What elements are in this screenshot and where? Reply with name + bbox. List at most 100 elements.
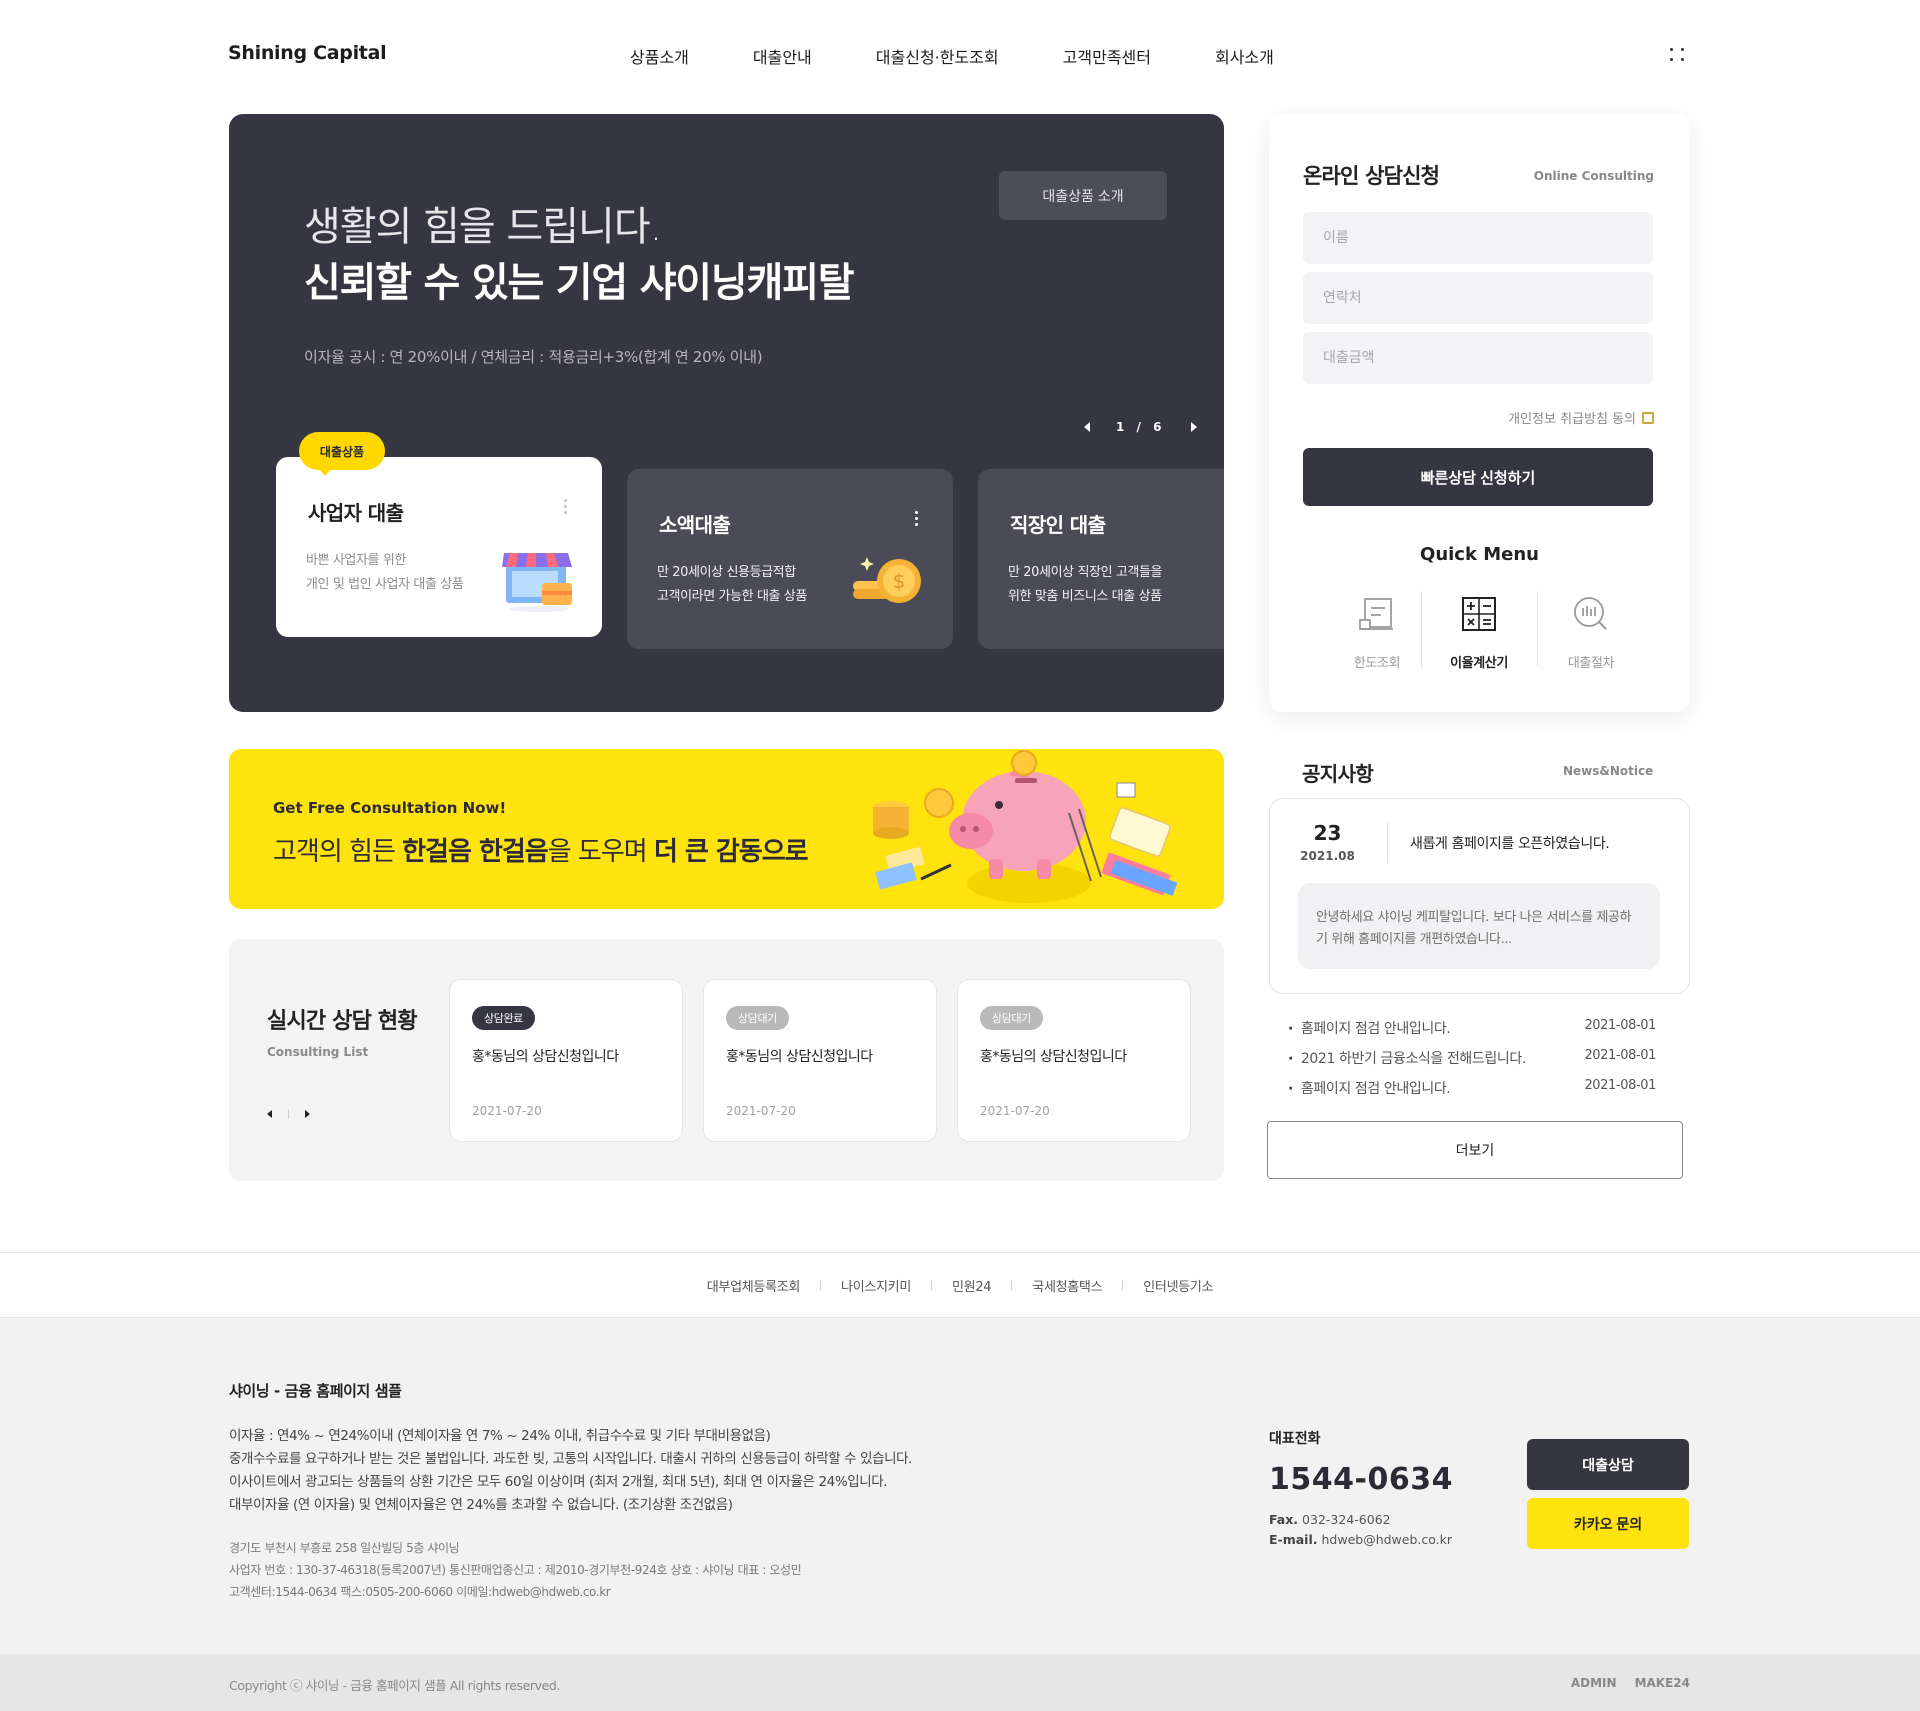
nav-item-apply[interactable]: 대출신청·한도조회 [876,44,999,68]
consult-title: 온라인 상담신청 [1303,164,1440,188]
list-item[interactable]: 2021 하반기 금융소식을 전해드립니다.2021-08-01 [1288,1048,1656,1078]
link-lender-registry[interactable]: 대부업체등록조회 [687,1276,820,1295]
quick-menu-title: Quick Menu [1420,544,1539,565]
phone-label: 대표전화 [1269,1431,1321,1447]
realtime-subtitle: Consulting List [267,1045,369,1059]
realtime-title: 실시간 상담 현황 [267,1009,418,1034]
piggy-bank-illustration [873,750,1178,903]
banner-headline: 고객의 힘든 한걸음 한걸음을 도우며 더 큰 감동으로 [273,837,809,867]
notice-list: 홈페이지 점검 안내입니다.2021-08-01 2021 하반기 금융소식을 … [1288,1018,1656,1108]
banner-subtitle: Get Free Consultation Now! [273,799,507,817]
consult-item-text: 홍*동님의 상담신청입니다 [726,1049,873,1065]
calculator-icon [1462,597,1496,631]
hero-headline-light: 생활의 힘을 드립니다. [304,204,662,250]
store-icon [502,553,572,612]
divider [1537,591,1538,667]
footer-title: 샤이닝 - 금융 홈페이지 샘플 [229,1382,402,1400]
grid-dots-icon[interactable] [1670,48,1688,64]
notice-subtitle: News&Notice [1563,764,1654,778]
nav-item-company[interactable]: 회사소개 [1215,44,1274,68]
divider [288,1109,289,1119]
consult-item-text: 홍*동님의 상담신청입니다 [980,1049,1127,1065]
product-card-small-loan[interactable]: 소액대출 만 20세이상 신용등급적합 고객이라면 가능한 대출 상품 $ [627,469,953,649]
quick-menu-calculator[interactable]: 이율계산기 [1429,594,1529,671]
quick-menu-label: 한도조회 [1353,656,1401,671]
quick-menu-process[interactable]: 대출절차 [1541,594,1641,671]
notice-headline: 새롭게 홈페이지를 오픈하였습니다. [1410,836,1610,852]
nav-item-loan-info[interactable]: 대출안내 [753,44,812,68]
consult-item-date: 2021-07-20 [472,1104,542,1118]
consult-item[interactable]: 상담완료 홍*동님의 상담신청입니다 2021-07-20 [449,979,683,1142]
loan-consult-button[interactable]: 대출상담 [1527,1439,1689,1490]
site-logo[interactable]: Shining Capital [228,42,387,64]
loan-amount-field[interactable] [1303,332,1653,384]
realtime-consult-section: 실시간 상담 현황 Consulting List 상담완료 홍*동님의 상담신… [229,939,1224,1181]
quick-consult-submit-button[interactable]: 빠른상담 신청하기 [1303,448,1653,506]
prev-arrow-icon[interactable] [267,1110,272,1118]
pager-count: 1 / 6 [1116,420,1166,434]
loan-product-badge: 대출상품 [299,432,385,476]
coins-icon: $ [853,557,921,603]
notice-excerpt: 안녕하세요 샤이닝 케피탈입니다. 보다 나은 서비스를 제공하기 위해 홈페이… [1298,883,1660,969]
prev-arrow-icon[interactable] [1084,422,1090,432]
copyright-text: Copyright ⓒ 샤이닝 - 금융 홈페이지 샘플 All rights … [229,1678,561,1693]
more-vert-icon[interactable] [564,499,568,517]
link-iros[interactable]: 인터넷등기소 [1123,1276,1233,1295]
status-badge: 상담대기 [980,1006,1043,1030]
consult-item-date: 2021-07-20 [726,1104,796,1118]
hero-section: 생활의 힘을 드립니다. 신뢰할 수 있는 기업 샤이닝캐피탈 이자율 공시 :… [229,114,1224,712]
main-nav: 상품소개 대출안내 대출신청·한도조회 고객만족센터 회사소개 [630,44,1338,68]
next-arrow-icon[interactable] [305,1110,310,1118]
link-nice[interactable]: 나이스지키미 [821,1276,931,1295]
nav-item-support[interactable]: 고객만족센터 [1063,44,1151,68]
consult-item-text: 홍*동님의 상담신청입니다 [472,1049,619,1065]
admin-links: ADMIN MAKE24 [1553,1676,1690,1690]
consultation-banner[interactable]: Get Free Consultation Now! 고객의 힘든 한걸음 한걸… [229,749,1224,909]
legal-text: 이자율 : 연4% ~ 연24%이내 (연체이자율 연 7% ~ 24% 이내,… [229,1428,913,1513]
link-minwon24[interactable]: 민원24 [932,1276,1011,1295]
make24-link[interactable]: MAKE24 [1635,1676,1690,1690]
product-card-business[interactable]: 사업자 대출 바쁜 사업자를 위한 개인 및 법인 사업자 대출 상품 [276,457,602,637]
divider [1387,823,1388,863]
phone-number: 1544-0634 [1269,1462,1453,1497]
kakao-inquiry-button[interactable]: 카카오 문의 [1527,1498,1689,1549]
next-arrow-icon[interactable] [1191,422,1198,432]
notice-year-month: 2021.08 [1300,849,1355,863]
hero-headline-bold: 신뢰할 수 있는 기업 샤이닝캐피탈 [304,260,855,306]
more-vert-icon[interactable] [915,511,919,529]
online-consult-panel: 온라인 상담신청 Online Consulting 개인정보 취급방침 동의 … [1269,114,1690,712]
card-title: 사업자 대출 [308,501,404,525]
admin-link[interactable]: ADMIN [1571,1676,1617,1690]
card-pager: 1 / 6 [1084,420,1198,434]
consult-item-date: 2021-07-20 [980,1104,1050,1118]
card-title: 직장인 대출 [1010,513,1106,537]
link-hometax[interactable]: 국세청홈택스 [1012,1276,1122,1295]
card-desc: 만 20세이상 직장인 고객들을 위한 맞춤 비즈니스 대출 상품 [1008,565,1163,604]
nav-item-products[interactable]: 상품소개 [630,44,689,68]
status-badge: 상담대기 [726,1006,789,1030]
limit-check-icon [1359,598,1393,630]
quick-menu-label: 이율계산기 [1450,656,1508,671]
consult-subtitle: Online Consulting [1533,169,1654,183]
phone-field[interactable] [1303,272,1653,324]
consult-item[interactable]: 상담대기 홍*동님의 상담신청입니다 2021-07-20 [957,979,1191,1142]
company-info: 경기도 부천시 부흥로 258 일산빌딩 5층 샤이닝 사업자 번호 : 130… [229,1541,802,1599]
card-desc: 만 20세이상 신용등급적합 고객이라면 가능한 대출 상품 [657,565,807,604]
footer: 샤이닝 - 금융 홈페이지 샘플 이자율 : 연4% ~ 연24%이내 (연체이… [0,1318,1920,1654]
privacy-checkbox[interactable] [1642,411,1654,424]
list-item[interactable]: 홈페이지 점검 안내입니다.2021-08-01 [1288,1078,1656,1108]
product-card-employee-loan[interactable]: 직장인 대출 만 20세이상 직장인 고객들을 위한 맞춤 비즈니스 대출 상품 [978,469,1224,649]
list-item[interactable]: 홈페이지 점검 안내입니다.2021-08-01 [1288,1018,1656,1048]
copyright-bar: Copyright ⓒ 샤이닝 - 금융 홈페이지 샘플 All rights … [0,1654,1920,1711]
privacy-agree[interactable]: 개인정보 취급방침 동의 [1508,408,1654,427]
consult-item[interactable]: 상담대기 홍*동님의 상담신청입니다 2021-07-20 [703,979,937,1142]
card-title: 소액대출 [659,513,731,537]
more-button[interactable]: 더보기 [1267,1121,1683,1179]
card-desc: 바쁜 사업자를 위한 개인 및 법인 사업자 대출 상품 [306,553,464,592]
name-field[interactable] [1303,212,1653,264]
related-links: 대부업체등록조회 나이스지키미 민원24 국세청홈택스 인터넷등기소 [0,1252,1920,1318]
loan-products-button[interactable]: 대출상품 소개 [999,171,1167,220]
featured-notice[interactable]: 23 2021.08 새롭게 홈페이지를 오픈하였습니다. 안녕하세요 샤이닝 … [1269,798,1690,994]
divider [1421,591,1422,667]
quick-menu-limit[interactable]: 한도조회 [1327,594,1427,671]
